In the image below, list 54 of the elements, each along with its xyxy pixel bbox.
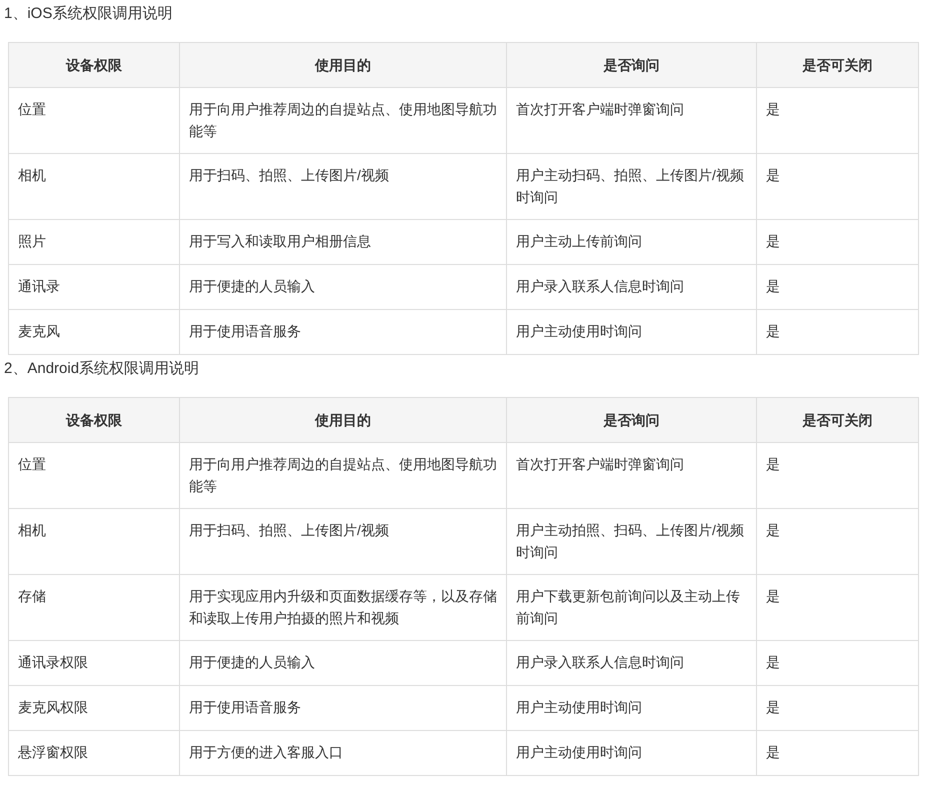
table-cell: 用于方便的进入客服入口 <box>180 730 506 776</box>
table-cell: 相机 <box>8 154 180 220</box>
table-cell: 用于使用语音服务 <box>180 686 506 730</box>
table-cell: 麦克风权限 <box>8 686 180 730</box>
table-cell: 麦克风 <box>8 310 180 354</box>
table-cell: 位置 <box>8 88 180 154</box>
table-cell: 用户录入联系人信息时询问 <box>506 264 756 310</box>
table-cell: 是 <box>756 686 918 730</box>
table-cell: 用于便捷的人员输入 <box>180 264 506 310</box>
table-cell: 用户主动扫码、拍照、上传图片/视频时询问 <box>506 154 756 220</box>
table-cell: 是 <box>756 730 918 776</box>
table-cell: 用于便捷的人员输入 <box>180 640 506 686</box>
table-cell: 是 <box>756 88 918 154</box>
table-cell: 用于扫码、拍照、上传图片/视频 <box>180 508 506 574</box>
table-cell: 首次打开客户端时弹窗询问 <box>506 88 756 154</box>
table-cell: 是 <box>756 154 918 220</box>
table-cell: 用于使用语音服务 <box>180 310 506 354</box>
table-cell: 相机 <box>8 508 180 574</box>
column-header: 使用目的 <box>180 398 506 442</box>
section-heading: 1、iOS系统权限调用说明 <box>4 4 172 24</box>
column-header: 设备权限 <box>8 42 180 88</box>
table-cell: 用户录入联系人信息时询问 <box>506 640 756 686</box>
table-cell: 是 <box>756 442 918 508</box>
table-cell: 是 <box>756 640 918 686</box>
table-cell: 通讯录 <box>8 264 180 310</box>
column-header: 使用目的 <box>180 42 506 88</box>
table-cell: 用于写入和读取用户相册信息 <box>180 220 506 264</box>
table-cell: 用户主动拍照、扫码、上传图片/视频时询问 <box>506 508 756 574</box>
column-header: 是否可关闭 <box>756 42 918 88</box>
table-cell: 是 <box>756 264 918 310</box>
column-header: 是否询问 <box>506 398 756 442</box>
table-cell: 位置 <box>8 442 180 508</box>
column-header: 是否可关闭 <box>756 398 918 442</box>
table-cell: 用户主动使用时询问 <box>506 310 756 354</box>
column-header: 是否询问 <box>506 42 756 88</box>
table-cell: 是 <box>756 508 918 574</box>
table-cell: 是 <box>756 310 918 354</box>
table-cell: 用户下载更新包前询问以及主动上传前询问 <box>506 574 756 640</box>
table-cell: 用户主动上传前询问 <box>506 220 756 264</box>
table-cell: 是 <box>756 220 918 264</box>
table-cell: 是 <box>756 574 918 640</box>
table-cell: 用于扫码、拍照、上传图片/视频 <box>180 154 506 220</box>
table-cell: 通讯录权限 <box>8 640 180 686</box>
column-header: 设备权限 <box>8 398 180 442</box>
table-cell: 用户主动使用时询问 <box>506 686 756 730</box>
table-cell: 用于向用户推荐周边的自提站点、使用地图导航功能等 <box>180 88 506 154</box>
table-cell: 用于实现应用内升级和页面数据缓存等，以及存储和读取上传用户拍摄的照片和视频 <box>180 574 506 640</box>
table-cell: 首次打开客户端时弹窗询问 <box>506 442 756 508</box>
table-cell: 悬浮窗权限 <box>8 730 180 776</box>
section-heading: 2、Android系统权限调用说明 <box>4 359 200 379</box>
table-cell: 用户主动使用时询问 <box>506 730 756 776</box>
table-cell: 用于向用户推荐周边的自提站点、使用地图导航功能等 <box>180 442 506 508</box>
table-cell: 照片 <box>8 220 180 264</box>
table-cell: 存储 <box>8 574 180 640</box>
